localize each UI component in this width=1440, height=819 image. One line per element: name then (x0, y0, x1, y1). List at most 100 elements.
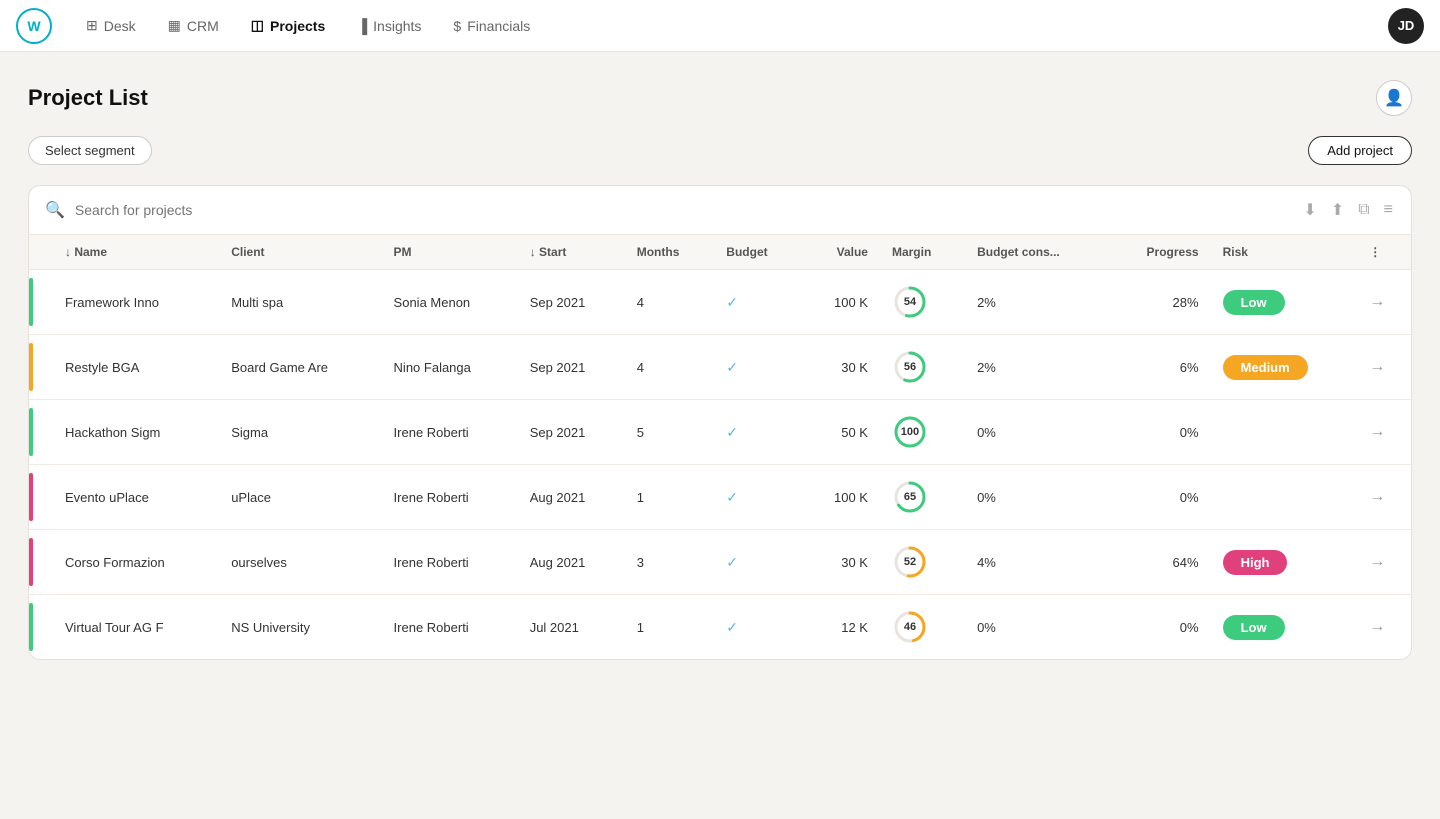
cell-arrow[interactable]: → (1357, 530, 1411, 595)
col-budget-cons[interactable]: Budget cons... (965, 235, 1108, 270)
search-bar: 🔍 ⬇ ⬆ ⧉ ≡ (29, 186, 1411, 235)
margin-circle: 46 (892, 609, 928, 645)
row-indicator-cell (29, 595, 53, 660)
desk-icon: ⊞ (86, 17, 98, 34)
col-client[interactable]: Client (219, 235, 381, 270)
margin-circle: 56 (892, 349, 928, 385)
cell-margin: 52 (880, 530, 965, 595)
risk-badge: Medium (1223, 355, 1308, 380)
table-row: Corso Formazion ourselves Irene Roberti … (29, 530, 1411, 595)
cell-arrow[interactable]: → (1357, 595, 1411, 660)
cell-margin: 56 (880, 335, 965, 400)
risk-badge: Low (1223, 615, 1285, 640)
search-icon: 🔍 (45, 200, 65, 220)
cell-budget: ✓ (714, 400, 802, 465)
row-arrow-icon[interactable]: → (1369, 358, 1385, 375)
budget-check-icon: ✓ (726, 619, 738, 635)
download-icon[interactable]: ⬇ (1301, 198, 1318, 222)
col-risk[interactable]: Risk (1211, 235, 1358, 270)
table-row: Evento uPlace uPlace Irene Roberti Aug 2… (29, 465, 1411, 530)
row-indicator-cell (29, 465, 53, 530)
budget-check-icon: ✓ (726, 359, 738, 375)
copy-icon[interactable]: ⧉ (1356, 199, 1371, 221)
nav-crm[interactable]: ▦ CRM (154, 11, 233, 40)
cell-months: 3 (625, 530, 715, 595)
row-arrow-icon[interactable]: → (1369, 488, 1385, 505)
cell-budget-cons: 2% (965, 335, 1108, 400)
nav-items: ⊞ Desk ▦ CRM ◫ Projects ▐ Insights $ Fin… (72, 11, 1380, 40)
projects-table: ↓ Name Client PM ↓ Start Months Budget V… (29, 235, 1411, 659)
cell-budget-cons: 2% (965, 270, 1108, 335)
cell-budget: ✓ (714, 530, 802, 595)
col-budget[interactable]: Budget (714, 235, 802, 270)
row-arrow-icon[interactable]: → (1369, 618, 1385, 635)
row-indicator-cell (29, 270, 53, 335)
cell-budget-cons: 0% (965, 595, 1108, 660)
select-segment-button[interactable]: Select segment (28, 136, 152, 165)
add-project-button[interactable]: Add project (1308, 136, 1412, 165)
row-indicator-cell (29, 335, 53, 400)
cell-value: 50 K (802, 400, 880, 465)
cell-margin: 46 (880, 595, 965, 660)
cell-pm: Nino Falanga (382, 335, 518, 400)
search-input[interactable] (75, 202, 1291, 218)
risk-badge: Low (1223, 290, 1285, 315)
cell-arrow[interactable]: → (1357, 400, 1411, 465)
cell-budget-cons: 0% (965, 465, 1108, 530)
cell-name: Evento uPlace (53, 465, 219, 530)
budget-check-icon: ✓ (726, 489, 738, 505)
cell-name: Virtual Tour AG F (53, 595, 219, 660)
risk-badge: High (1223, 550, 1288, 575)
col-months[interactable]: Months (625, 235, 715, 270)
projects-icon: ◫ (251, 17, 264, 34)
cell-pm: Irene Roberti (382, 595, 518, 660)
cell-budget: ✓ (714, 595, 802, 660)
filter-icon[interactable]: ≡ (1382, 199, 1395, 221)
user-avatar[interactable]: JD (1388, 8, 1424, 44)
nav-financials[interactable]: $ Financials (439, 11, 544, 40)
cell-pm: Irene Roberti (382, 400, 518, 465)
cell-arrow[interactable]: → (1357, 465, 1411, 530)
cell-start: Jul 2021 (518, 595, 625, 660)
cell-budget: ✓ (714, 465, 802, 530)
page-icon-button[interactable]: 👤 (1376, 80, 1412, 116)
col-pm[interactable]: PM (382, 235, 518, 270)
cell-pm: Irene Roberti (382, 530, 518, 595)
insights-icon: ▐ (357, 18, 367, 34)
share-icon[interactable]: ⬆ (1329, 198, 1346, 222)
cell-risk: Medium (1211, 335, 1358, 400)
nav-projects[interactable]: ◫ Projects (237, 11, 339, 40)
cell-start: Sep 2021 (518, 270, 625, 335)
page-content: Project List 👤 Select segment Add projec… (0, 52, 1440, 660)
app-logo[interactable]: W (16, 8, 52, 44)
cell-start: Aug 2021 (518, 530, 625, 595)
row-arrow-icon[interactable]: → (1369, 293, 1385, 310)
nav-desk[interactable]: ⊞ Desk (72, 11, 150, 40)
cell-start: Sep 2021 (518, 335, 625, 400)
cell-value: 30 K (802, 530, 880, 595)
cell-months: 5 (625, 400, 715, 465)
page-title: Project List (28, 85, 148, 111)
cell-progress: 0% (1108, 595, 1210, 660)
cell-pm: Irene Roberti (382, 465, 518, 530)
col-margin[interactable]: Margin (880, 235, 965, 270)
cell-months: 1 (625, 595, 715, 660)
nav-insights[interactable]: ▐ Insights (343, 11, 435, 40)
cell-name: Hackathon Sigm (53, 400, 219, 465)
cell-margin: 54 (880, 270, 965, 335)
cell-arrow[interactable]: → (1357, 335, 1411, 400)
cell-arrow[interactable]: → (1357, 270, 1411, 335)
col-value[interactable]: Value (802, 235, 880, 270)
cell-start: Sep 2021 (518, 400, 625, 465)
col-name[interactable]: ↓ Name (53, 235, 219, 270)
table-row: Hackathon Sigm Sigma Irene Roberti Sep 2… (29, 400, 1411, 465)
cell-pm: Sonia Menon (382, 270, 518, 335)
col-progress[interactable]: Progress (1108, 235, 1210, 270)
col-start[interactable]: ↓ Start (518, 235, 625, 270)
cell-months: 4 (625, 335, 715, 400)
row-arrow-icon[interactable]: → (1369, 423, 1385, 440)
cell-progress: 6% (1108, 335, 1210, 400)
row-arrow-icon[interactable]: → (1369, 553, 1385, 570)
cell-progress: 64% (1108, 530, 1210, 595)
row-indicator-cell (29, 400, 53, 465)
